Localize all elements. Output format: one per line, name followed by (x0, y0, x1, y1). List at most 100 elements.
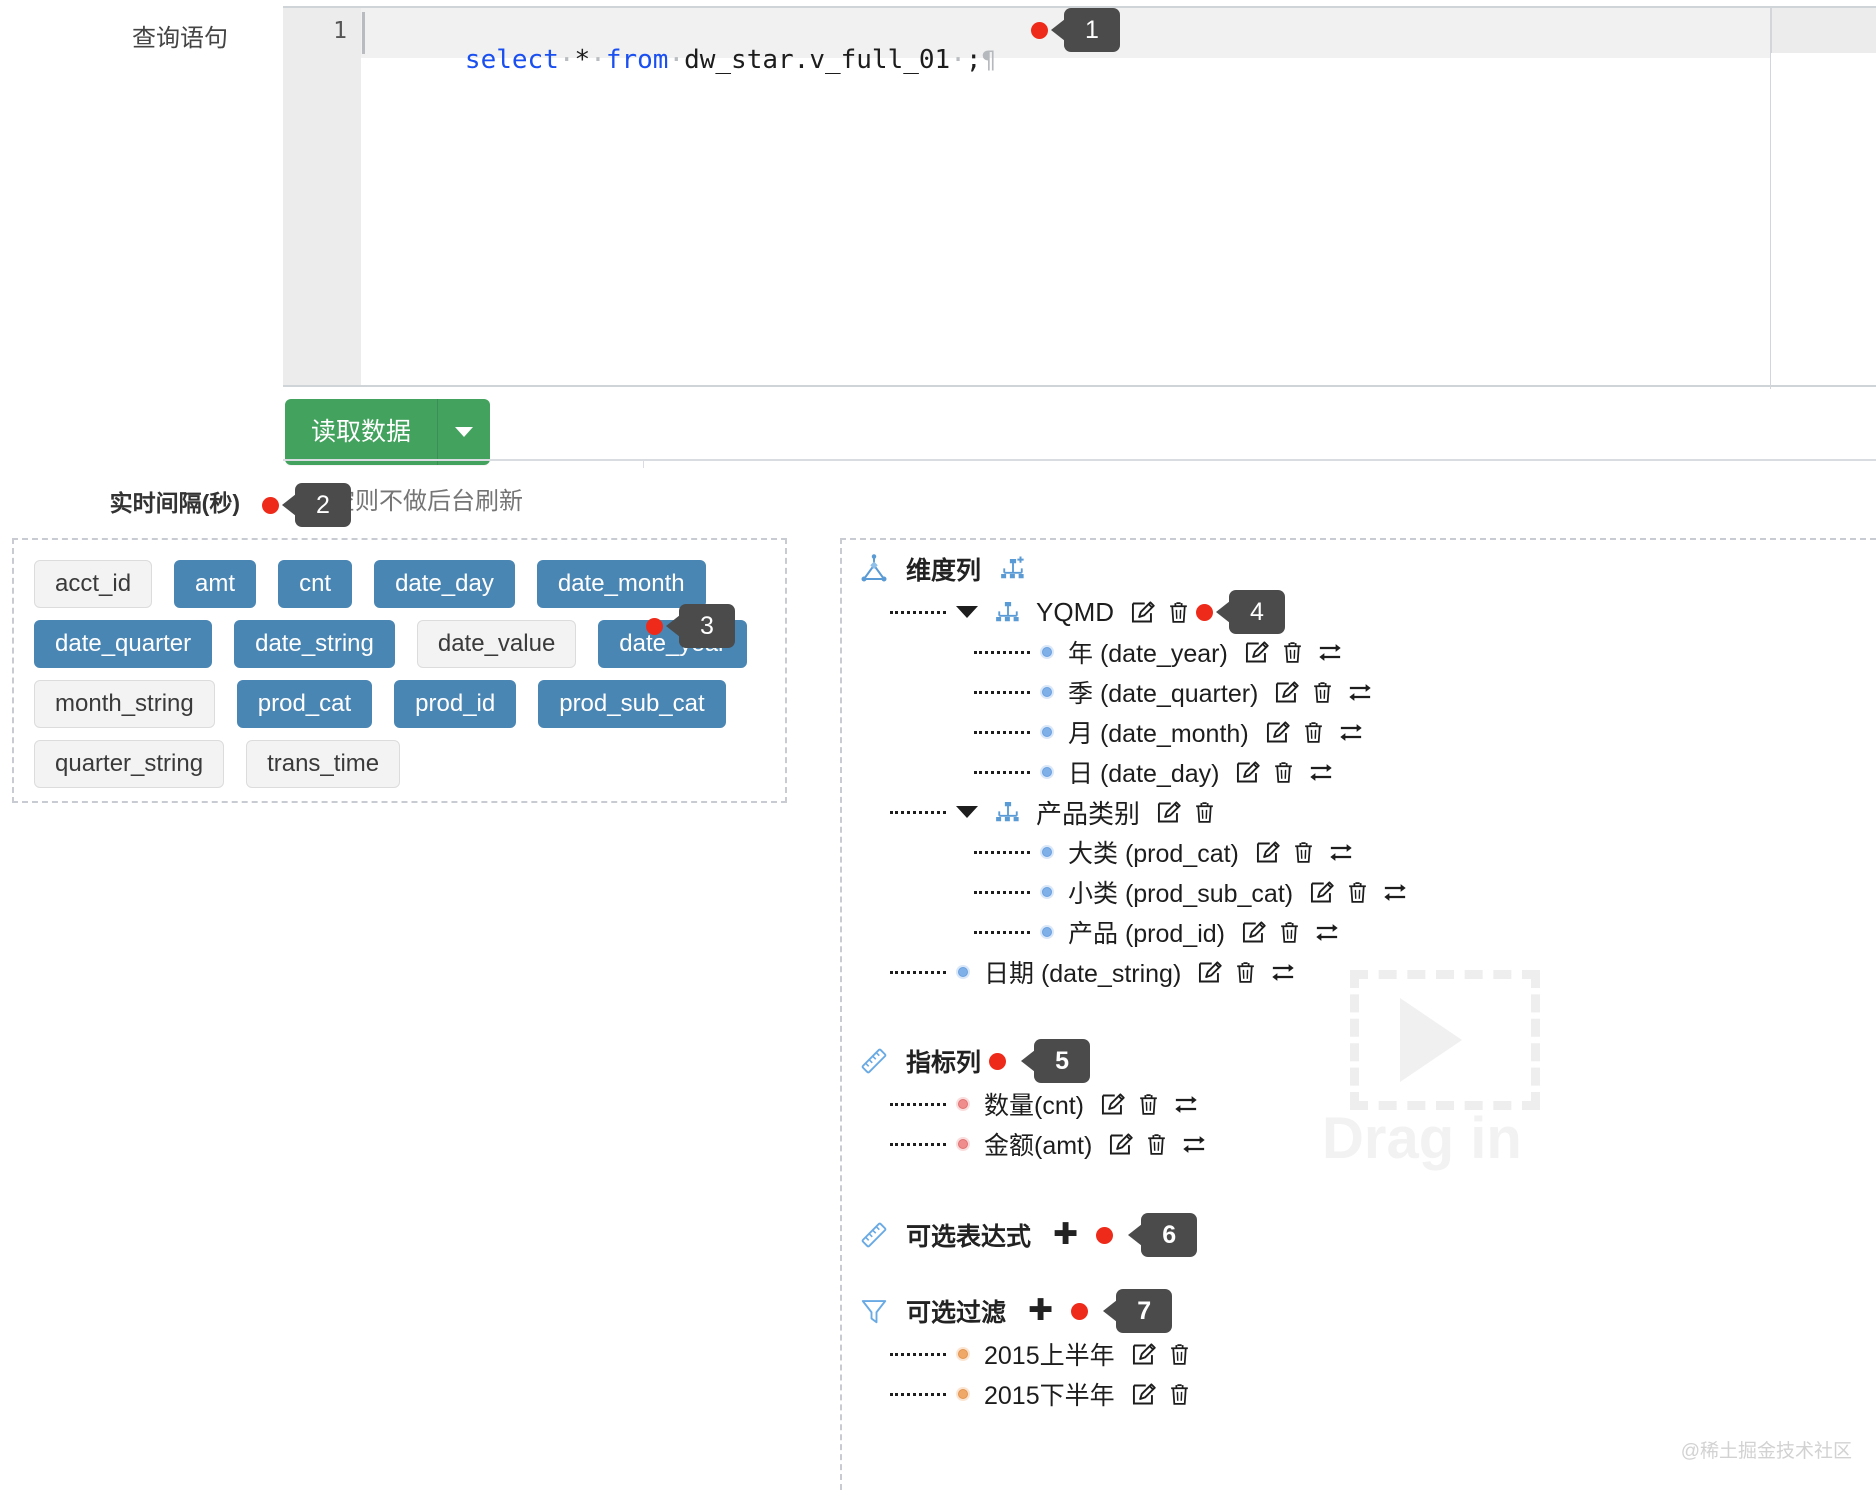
edit-icon[interactable] (1273, 679, 1300, 706)
field-tag[interactable]: trans_time (246, 740, 401, 788)
dimension-item-row[interactable]: 年 (date_year) (854, 632, 1864, 672)
filter-item-row[interactable]: 2015下半年 (854, 1374, 1864, 1414)
query-statement-label: 查询语句 (132, 25, 228, 52)
edit-icon[interactable] (1155, 799, 1182, 826)
dimension-item-row[interactable]: 大类 (prod_cat) (854, 832, 1864, 872)
field-tag[interactable]: date_quarter (34, 620, 213, 668)
edit-icon[interactable] (1129, 599, 1156, 626)
trash-icon[interactable] (1166, 599, 1191, 626)
edit-icon[interactable] (1254, 839, 1281, 866)
edit-icon[interactable] (1099, 1091, 1126, 1118)
trash-icon[interactable] (1167, 1341, 1192, 1368)
trash-icon[interactable] (1233, 959, 1258, 986)
tree-bullet (1040, 925, 1054, 939)
tree-item-label: 季 (date_quarter) (1068, 680, 1259, 708)
trash-icon[interactable] (1301, 719, 1326, 746)
field-tag[interactable]: date_day (374, 560, 515, 608)
trash-icon[interactable] (1345, 879, 1370, 906)
sql-keyword-select: select (464, 45, 559, 75)
swap-icon[interactable] (1336, 719, 1366, 746)
filter-items: 2015上半年 2015下半年 (854, 1334, 1864, 1414)
swap-icon[interactable] (1345, 679, 1375, 706)
trash-icon[interactable] (1144, 1131, 1169, 1158)
trash-icon[interactable] (1277, 919, 1302, 946)
callout-2: 2 (262, 483, 351, 527)
dimension-group-row[interactable]: 产品类别 (854, 792, 1864, 832)
swap-icon[interactable] (1312, 919, 1342, 946)
hierarchy-icon[interactable] (993, 797, 1023, 827)
edit-icon[interactable] (1240, 919, 1267, 946)
edit-icon[interactable] (1107, 1131, 1134, 1158)
trash-icon[interactable] (1310, 679, 1335, 706)
dimension-group-row[interactable]: YQMD 4 (854, 590, 1864, 634)
tree-item-label: 日期 (date_string) (984, 960, 1182, 988)
model-tree-panel[interactable]: Drag in 维度列 YQMD 4 年 (date_year) 季 (date… (840, 538, 1876, 1490)
dimension-item-row[interactable]: 月 (date_month) (854, 712, 1864, 752)
field-tag[interactable]: prod_id (394, 680, 517, 728)
trash-icon[interactable] (1192, 799, 1217, 826)
field-tag[interactable]: prod_cat (236, 680, 373, 728)
callout-badge-6: 6 (1141, 1213, 1198, 1257)
dimension-item-row[interactable]: 产品 (prod_id) (854, 912, 1864, 952)
swap-icon[interactable] (1306, 759, 1336, 786)
caret-down-icon[interactable] (956, 806, 978, 818)
edit-icon[interactable] (1234, 759, 1261, 786)
realtime-field-tick (643, 460, 644, 468)
caret-down-icon[interactable] (956, 606, 978, 618)
edit-icon[interactable] (1130, 1341, 1157, 1368)
metric-item-row[interactable]: 数量(cnt) (854, 1084, 1864, 1124)
read-data-button[interactable]: 读取数据 (285, 399, 439, 465)
read-data-dropdown-button[interactable] (438, 399, 491, 465)
dimension-item-row[interactable]: 小类 (prod_sub_cat) (854, 872, 1864, 912)
tree-bullet (1040, 725, 1054, 739)
dimension-item-row[interactable]: 日 (date_day) (854, 752, 1864, 792)
metric-section-header[interactable]: 指标列 5 (854, 1038, 1864, 1084)
swap-icon[interactable] (1268, 959, 1298, 986)
sql-semicolon: ; (965, 45, 982, 75)
edit-icon[interactable] (1264, 719, 1291, 746)
trash-icon[interactable] (1280, 639, 1305, 666)
field-tag[interactable]: date_value (416, 620, 577, 668)
hierarchy-icon[interactable] (993, 597, 1023, 627)
trash-icon[interactable] (1167, 1381, 1192, 1408)
filter-section-header[interactable]: 可选过滤 ✚ 7 (854, 1288, 1864, 1334)
swap-icon[interactable] (1326, 839, 1356, 866)
field-tag[interactable]: cnt (278, 560, 353, 608)
dimension-item-row[interactable]: 日期 (date_string) (854, 952, 1864, 992)
plus-icon[interactable]: ✚ (1028, 1296, 1053, 1326)
sql-code-line[interactable]: select·*·from·dw_star.v_full_01·;¶ (371, 15, 996, 105)
dimension-item-row[interactable]: 季 (date_quarter) (854, 672, 1864, 712)
swap-icon[interactable] (1171, 1091, 1201, 1118)
edit-icon[interactable] (1308, 879, 1335, 906)
tree-item-label: 数量(cnt) (984, 1092, 1085, 1120)
dimension-section-header[interactable]: 维度列 (854, 546, 1864, 592)
edit-icon[interactable] (1130, 1381, 1157, 1408)
field-tag[interactable]: quarter_string (34, 740, 225, 788)
field-tag[interactable]: month_string (34, 680, 215, 728)
field-tag[interactable]: date_string (234, 620, 395, 668)
swap-icon[interactable] (1179, 1131, 1209, 1158)
swap-icon[interactable] (1315, 639, 1345, 666)
callout-badge-2: 2 (295, 483, 351, 527)
metric-item-row[interactable]: 金额(amt) (854, 1124, 1864, 1164)
plus-icon[interactable]: ✚ (1053, 1220, 1078, 1250)
edit-icon[interactable] (1243, 639, 1270, 666)
filter-item-row[interactable]: 2015上半年 (854, 1334, 1864, 1374)
realtime-interval-input[interactable] (305, 482, 1876, 522)
add-hierarchy-icon[interactable] (998, 554, 1028, 584)
available-fields-panel[interactable]: acct_id amt cnt date_day date_month date_quar… (12, 538, 787, 803)
field-tag[interactable]: acct_id (34, 560, 153, 608)
expression-section-header[interactable]: 可选表达式 ✚ 6 (854, 1212, 1864, 1258)
field-tag[interactable]: prod_sub_cat (538, 680, 726, 728)
swap-icon[interactable] (1380, 879, 1410, 906)
tree-item-label: 大类 (prod_cat) (1068, 840, 1239, 868)
field-tag[interactable]: amt (174, 560, 257, 608)
trash-icon[interactable] (1271, 759, 1296, 786)
trash-icon[interactable] (1136, 1091, 1161, 1118)
edit-icon[interactable] (1196, 959, 1223, 986)
read-data-button-group[interactable]: 读取数据 (285, 399, 491, 465)
field-tag[interactable]: date_month (536, 560, 706, 608)
trash-icon[interactable] (1291, 839, 1316, 866)
ruler-icon (859, 1220, 889, 1250)
sql-editor[interactable]: 1 select·*·from·dw_star.v_full_01·;¶ (283, 6, 1876, 389)
